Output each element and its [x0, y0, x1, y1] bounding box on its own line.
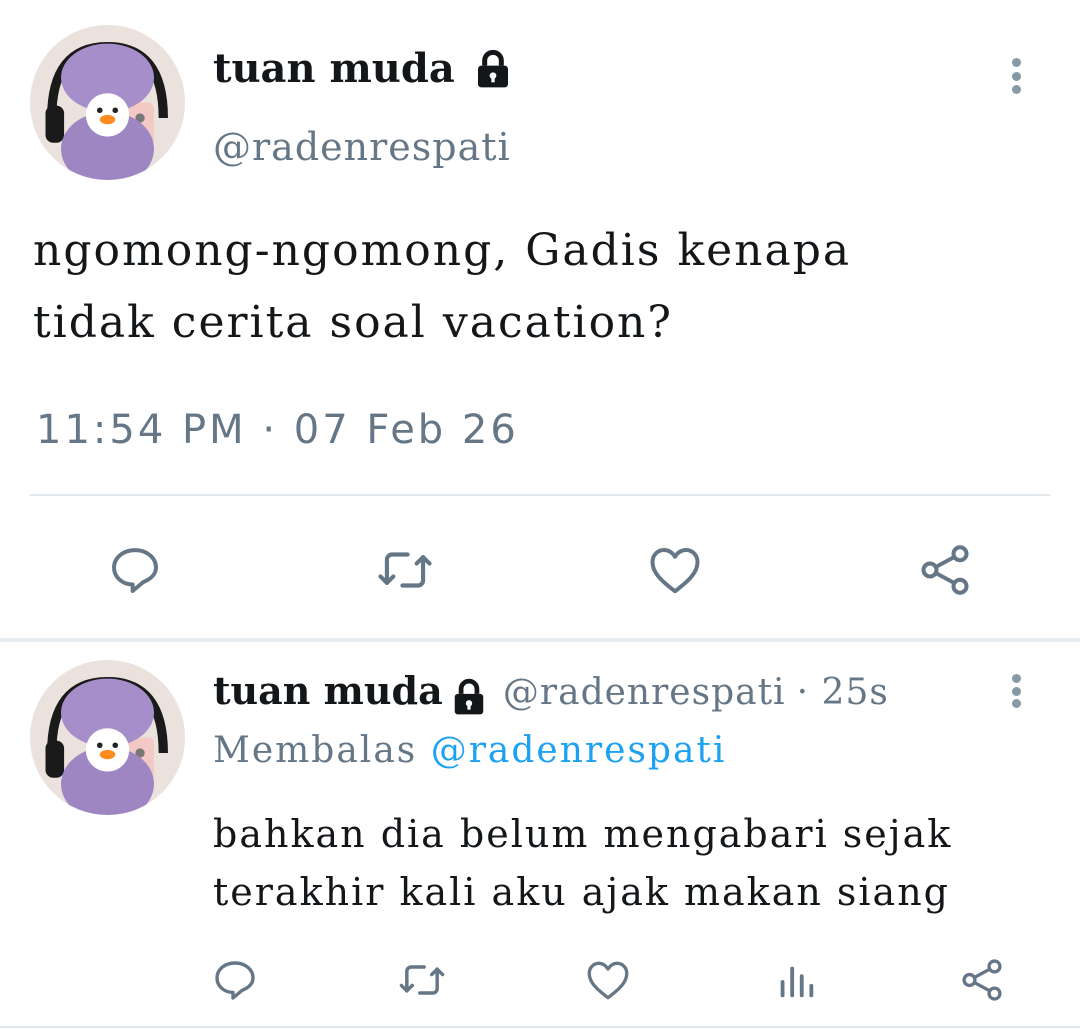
like-button[interactable]: [578, 950, 638, 1010]
avatar-image: [30, 25, 185, 180]
display-name-text: tuan muda: [213, 45, 455, 92]
lock-icon: [477, 49, 508, 88]
replying-to: Membalas @radenrespati: [213, 730, 726, 771]
lock-icon: [454, 678, 484, 714]
divider: [0, 1026, 1080, 1028]
reply-icon: [112, 548, 158, 593]
share-button[interactable]: [952, 950, 1012, 1010]
tweet-text-line: ngomong-ngomong, Gadis kenapa: [33, 225, 852, 276]
retweet-button[interactable]: [370, 538, 440, 602]
reply-text-line: bahkan dia belum mengabari sejak: [213, 812, 953, 856]
display-name[interactable]: tuan muda: [213, 45, 513, 92]
share-button[interactable]: [910, 538, 980, 602]
avatar[interactable]: [30, 660, 185, 815]
reply-text: bahkan dia belum mengabari sejak terakhi…: [213, 805, 952, 921]
share-icon: [962, 959, 1002, 1001]
more-options-icon[interactable]: [1001, 674, 1031, 708]
avatar[interactable]: [30, 25, 185, 180]
handle[interactable]: @radenrespati: [213, 125, 511, 169]
tweet-text-line: tidak cerita soal vacation?: [33, 297, 673, 348]
reply-button[interactable]: [205, 950, 265, 1010]
reply-button[interactable]: [100, 538, 170, 602]
like-icon: [587, 961, 629, 1000]
more-options-icon[interactable]: [1001, 58, 1031, 94]
like-icon: [650, 548, 700, 594]
retweet-icon: [378, 552, 432, 588]
mention-link[interactable]: @radenrespati: [431, 730, 727, 771]
section-divider: [0, 638, 1080, 642]
analytics-icon: [780, 966, 814, 998]
handle[interactable]: @radenrespati: [503, 672, 786, 713]
retweet-icon: [399, 965, 445, 995]
divider: [30, 494, 1050, 496]
share-icon: [921, 545, 969, 595]
avatar-image: [30, 660, 185, 815]
display-name[interactable]: tuan muda: [213, 668, 443, 713]
reply-text-line: terakhir kali aku ajak makan siang: [213, 870, 951, 914]
like-button[interactable]: [640, 538, 710, 602]
tweet-timestamp[interactable]: 11:54 PM · 07 Feb 26: [36, 407, 519, 453]
replying-label: Membalas: [213, 730, 418, 771]
reply-header: tuan muda @radenrespati · 25s: [213, 668, 889, 716]
reply-icon: [215, 961, 255, 1000]
retweet-button[interactable]: [392, 950, 452, 1010]
time-ago: · 25s: [796, 672, 889, 713]
analytics-button[interactable]: [766, 950, 826, 1010]
tweet-text: ngomong-ngomong, Gadis kenapa tidak ceri…: [33, 215, 851, 359]
